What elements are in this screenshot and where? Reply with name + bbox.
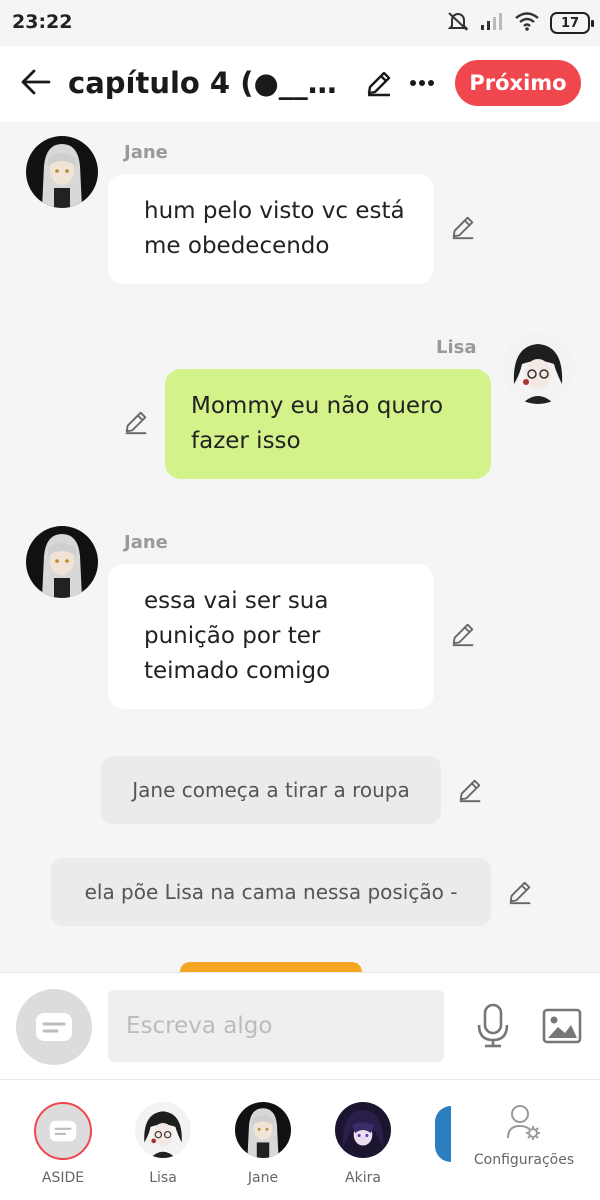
back-arrow-icon bbox=[21, 69, 51, 95]
chat-icon bbox=[49, 1120, 77, 1142]
edit-narration-button[interactable] bbox=[505, 877, 535, 907]
message-input[interactable] bbox=[108, 990, 444, 1062]
mic-button[interactable] bbox=[472, 1001, 514, 1051]
speaker-name: Jane bbox=[124, 142, 168, 163]
message-line: teimado comigo bbox=[144, 658, 331, 684]
nav-item-lisa[interactable]: Lisa bbox=[118, 1102, 208, 1186]
settings-icon bbox=[507, 1105, 540, 1140]
mute-icon bbox=[446, 10, 470, 36]
edit-message-button[interactable] bbox=[121, 407, 151, 437]
message-line: hum pelo visto vc está bbox=[144, 198, 405, 224]
nav-label: Configurações bbox=[473, 1152, 575, 1168]
bottom-nav: ASIDE Lisa Jane Akira Configurações bbox=[0, 1080, 600, 1200]
speaker-name: Jane bbox=[124, 532, 168, 553]
nav-item-settings[interactable]: Configurações bbox=[474, 1104, 574, 1168]
edit-title-button[interactable] bbox=[362, 66, 396, 100]
aside-toggle-button[interactable] bbox=[16, 989, 92, 1065]
nav-item-partial-avatar[interactable] bbox=[435, 1106, 451, 1162]
chapter-title: capítulo 4 (●__●... bbox=[68, 66, 353, 100]
narration-bubble[interactable]: Jane começa a tirar a roupa bbox=[101, 756, 441, 824]
more-options-button[interactable] bbox=[405, 66, 439, 100]
message-line: fazer isso bbox=[191, 428, 301, 454]
chapter-header: capítulo 4 (●__●... Próximo bbox=[0, 46, 600, 122]
message-bubble[interactable]: Mommy eu não quero fazer isso bbox=[165, 369, 491, 479]
message-bubble[interactable]: essa vai ser sua punição por ter teimado… bbox=[108, 564, 434, 709]
image-button[interactable] bbox=[540, 1005, 584, 1047]
pencil-icon bbox=[125, 411, 147, 435]
chat-area[interactable]: Jane hum pelo visto vc está me obedecend… bbox=[0, 122, 600, 972]
nav-label: Jane bbox=[247, 1170, 279, 1186]
message-input-bar bbox=[0, 972, 600, 1080]
signal-icon bbox=[480, 11, 504, 35]
nav-label: Lisa bbox=[149, 1170, 177, 1186]
jane-avatar bbox=[235, 1102, 291, 1158]
message-bubble[interactable]: hum pelo visto vc está me obedecendo bbox=[108, 174, 434, 284]
lisa-avatar bbox=[135, 1102, 191, 1158]
edit-message-button[interactable] bbox=[448, 212, 478, 242]
speaker-name: Lisa bbox=[436, 337, 477, 358]
akira-avatar bbox=[335, 1102, 391, 1158]
message-line: punição por ter bbox=[144, 623, 321, 649]
mic-icon bbox=[477, 1003, 509, 1048]
narration-bubble[interactable]: ela põe Lisa na cama nessa posição - bbox=[51, 858, 491, 926]
pencil-icon bbox=[452, 623, 474, 647]
status-time: 23:22 bbox=[12, 11, 73, 33]
image-icon bbox=[542, 1008, 582, 1044]
chat-icon bbox=[36, 1013, 72, 1041]
edit-narration-button[interactable] bbox=[455, 775, 485, 805]
nav-item-akira[interactable]: Akira bbox=[318, 1102, 408, 1186]
message-line: Mommy eu não quero bbox=[191, 393, 444, 419]
nav-label: Akira bbox=[345, 1170, 381, 1186]
aside-nav-icon bbox=[34, 1102, 92, 1160]
next-button[interactable]: Próximo bbox=[455, 60, 581, 106]
status-icons: 17 bbox=[446, 10, 594, 36]
lisa-avatar[interactable] bbox=[502, 332, 574, 404]
edit-message-button[interactable] bbox=[448, 619, 478, 649]
message-line: me obedecendo bbox=[144, 233, 330, 259]
pencil-icon bbox=[367, 71, 391, 97]
pencil-icon bbox=[459, 779, 481, 803]
jane-avatar[interactable] bbox=[26, 136, 98, 208]
nav-item-jane[interactable]: Jane bbox=[218, 1102, 308, 1186]
message-line: essa vai ser sua bbox=[144, 588, 329, 614]
nav-item-aside[interactable]: ASIDE bbox=[18, 1102, 108, 1186]
status-bar: 23:22 17 bbox=[0, 0, 600, 46]
image-message-thumbnail[interactable] bbox=[180, 962, 362, 972]
pencil-icon bbox=[509, 881, 531, 905]
back-button[interactable] bbox=[16, 62, 56, 102]
wifi-icon bbox=[514, 11, 540, 35]
pencil-icon bbox=[452, 216, 474, 240]
jane-avatar[interactable] bbox=[26, 526, 98, 598]
nav-label: ASIDE bbox=[41, 1170, 85, 1186]
more-icon bbox=[410, 80, 434, 86]
battery-indicator: 17 bbox=[550, 12, 594, 34]
